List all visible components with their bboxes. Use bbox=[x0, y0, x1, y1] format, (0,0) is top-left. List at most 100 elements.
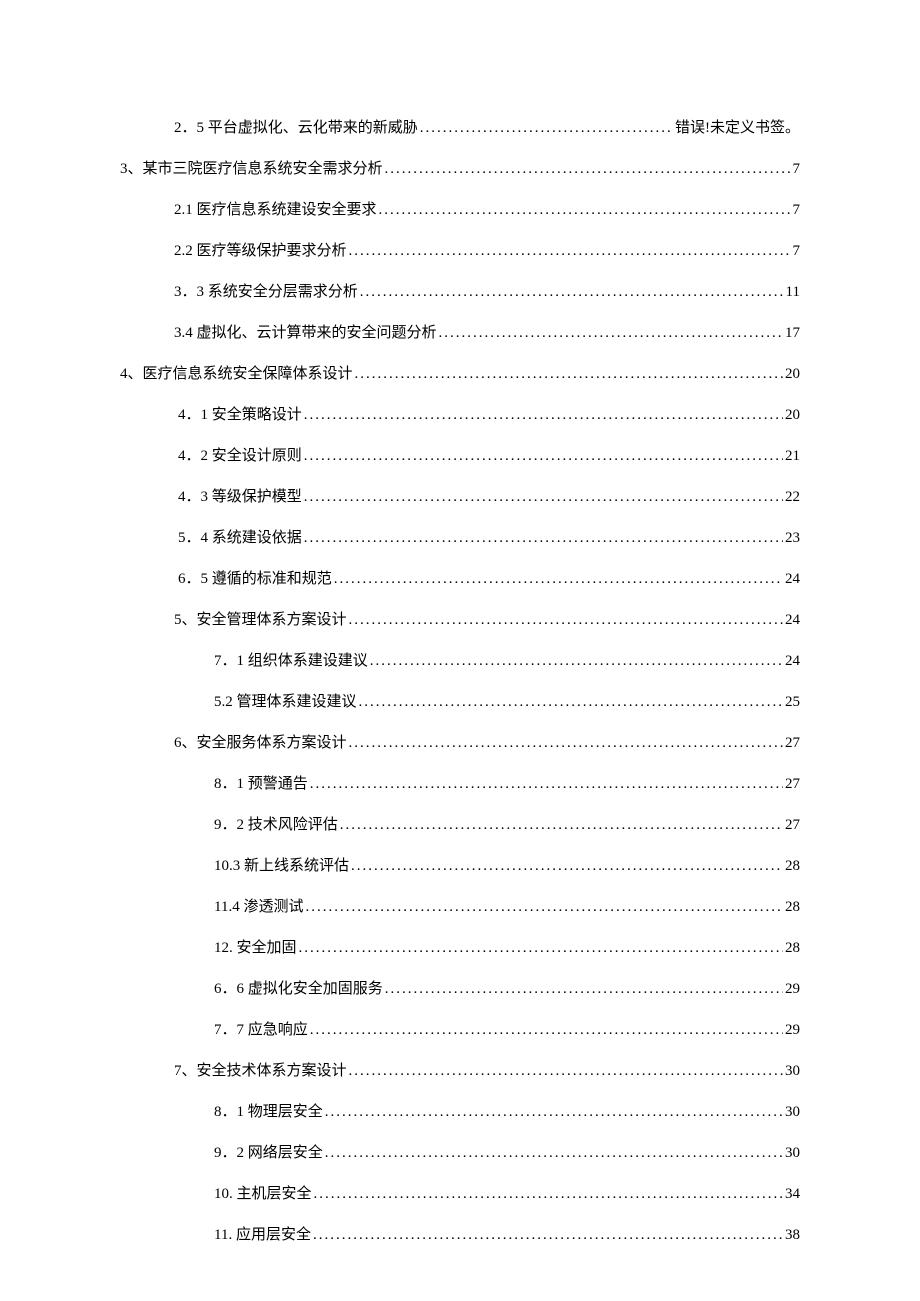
toc-entry-page: 24 bbox=[785, 569, 800, 590]
toc-entry-label: 7．1 组织体系建设建议 bbox=[214, 651, 368, 672]
toc-entry-page: 34 bbox=[785, 1184, 800, 1205]
toc-leader-dots bbox=[314, 1184, 783, 1205]
toc-leader-dots bbox=[310, 774, 783, 795]
toc-leader-dots bbox=[299, 938, 783, 959]
toc-leader-dots bbox=[304, 528, 783, 549]
toc-entry: 4．1 安全策略设计 20 bbox=[120, 405, 800, 426]
toc-entry-label: 9．2 技术风险评估 bbox=[214, 815, 338, 836]
toc-entry-page: 29 bbox=[785, 1020, 800, 1041]
toc-entry: 2．5 平台虚拟化、云化带来的新威胁 错误!未定义书签。 bbox=[120, 118, 800, 139]
toc-entry-page: 25 bbox=[785, 692, 800, 713]
toc-entry-page: 28 bbox=[785, 938, 800, 959]
toc-entry: 2.1 医疗信息系统建设安全要求 7 bbox=[120, 200, 800, 221]
toc-leader-dots bbox=[370, 651, 783, 672]
toc-entry-label: 8．1 物理层安全 bbox=[214, 1102, 323, 1123]
toc-entry-page: 24 bbox=[785, 651, 800, 672]
toc-entry-page: 30 bbox=[785, 1061, 800, 1082]
toc-entry: 6．6 虚拟化安全加固服务 29 bbox=[120, 979, 800, 1000]
toc-entry-label: 7、安全技术体系方案设计 bbox=[174, 1061, 347, 1082]
toc-entry-label: 9．2 网络层安全 bbox=[214, 1143, 323, 1164]
toc-entry-label: 5．4 系统建设依据 bbox=[178, 528, 302, 549]
toc-entry: 7．1 组织体系建设建议 24 bbox=[120, 651, 800, 672]
toc-leader-dots bbox=[340, 815, 783, 836]
toc-entry-page: 27 bbox=[785, 774, 800, 795]
toc-leader-dots bbox=[304, 405, 783, 426]
toc-entry-page: 7 bbox=[793, 241, 801, 262]
toc-entry-label: 11.4 渗透测试 bbox=[214, 897, 303, 918]
toc-entry-label: 2.2 医疗等级保护要求分析 bbox=[174, 241, 347, 262]
toc-entry-page: 29 bbox=[785, 979, 800, 1000]
toc-entry-page: 21 bbox=[785, 446, 800, 467]
toc-entry: 3.4 虚拟化、云计算带来的安全问题分析17 bbox=[120, 323, 800, 344]
toc-entry: 3．3 系统安全分层需求分析 11 bbox=[120, 282, 800, 303]
toc-leader-dots bbox=[385, 979, 783, 1000]
toc-entry-label: 2．5 平台虚拟化、云化带来的新威胁 bbox=[174, 118, 418, 139]
toc-leader-dots bbox=[334, 569, 783, 590]
toc-leader-dots bbox=[305, 897, 783, 918]
toc-entry-page: 22 bbox=[785, 487, 800, 508]
toc-entry-label: 8．1 预警通告 bbox=[214, 774, 308, 795]
toc-entry-label: 12. 安全加固 bbox=[214, 938, 297, 959]
toc-leader-dots bbox=[355, 364, 783, 385]
toc-entry: 12. 安全加固 28 bbox=[120, 938, 800, 959]
toc-entry-label: 4．1 安全策略设计 bbox=[178, 405, 302, 426]
toc-entry-label: 11. 应用层安全 bbox=[214, 1225, 311, 1246]
toc-entry-label: 6、安全服务体系方案设计 bbox=[174, 733, 347, 754]
toc-entry-label: 3．3 系统安全分层需求分析 bbox=[174, 282, 358, 303]
toc-entry: 3、某市三院医疗信息系统安全需求分析 7 bbox=[120, 159, 800, 180]
toc-entry-label: 7．7 应急响应 bbox=[214, 1020, 308, 1041]
toc-entry-label: 4、医疗信息系统安全保障体系设计 bbox=[120, 364, 353, 385]
toc-leader-dots bbox=[349, 241, 791, 262]
toc-entry: 8．1 物理层安全30 bbox=[120, 1102, 800, 1123]
toc-entry: 9．2 网络层安全 30 bbox=[120, 1143, 800, 1164]
toc-entry-label: 3.4 虚拟化、云计算带来的安全问题分析 bbox=[174, 323, 437, 344]
toc-leader-dots bbox=[325, 1102, 783, 1123]
toc-entry-label: 5、安全管理体系方案设计 bbox=[174, 610, 347, 631]
toc-entry-page: 27 bbox=[785, 733, 800, 754]
toc-leader-dots bbox=[379, 200, 791, 221]
toc-leader-dots bbox=[439, 323, 783, 344]
toc-leader-dots bbox=[360, 282, 784, 303]
toc-leader-dots bbox=[313, 1225, 783, 1246]
toc-entry: 10.3 新上线系统评估28 bbox=[120, 856, 800, 877]
toc-leader-dots bbox=[325, 1143, 783, 1164]
toc-leader-dots bbox=[304, 446, 783, 467]
toc-entry-page: 20 bbox=[785, 364, 800, 385]
toc-leader-dots bbox=[349, 733, 783, 754]
toc-entry: 11.4 渗透测试 28 bbox=[120, 897, 800, 918]
toc-entry: 4、医疗信息系统安全保障体系设计 20 bbox=[120, 364, 800, 385]
toc-entry-page: 30 bbox=[785, 1143, 800, 1164]
toc-leader-dots bbox=[351, 856, 783, 877]
toc-leader-dots bbox=[304, 487, 783, 508]
toc-entry-page: 24 bbox=[785, 610, 800, 631]
table-of-contents: 2．5 平台虚拟化、云化带来的新威胁 错误!未定义书签。 3、某市三院医疗信息系统安… bbox=[120, 118, 800, 1246]
toc-entry: 5．4 系统建设依据23 bbox=[120, 528, 800, 549]
toc-entry-label: 5.2 管理体系建设建议 bbox=[214, 692, 357, 713]
toc-entry: 6．5 遵循的标准和规范 24 bbox=[120, 569, 800, 590]
toc-entry-page: 7 bbox=[793, 200, 801, 221]
toc-entry-page: 错误!未定义书签。 bbox=[675, 118, 800, 139]
toc-entry: 6、安全服务体系方案设计 27 bbox=[120, 733, 800, 754]
toc-entry: 8．1 预警通告 27 bbox=[120, 774, 800, 795]
toc-entry-page: 7 bbox=[793, 159, 801, 180]
toc-entry-page: 27 bbox=[785, 815, 800, 836]
toc-entry-label: 3、某市三院医疗信息系统安全需求分析 bbox=[120, 159, 383, 180]
toc-entry: 5、安全管理体系方案设计 24 bbox=[120, 610, 800, 631]
toc-entry-page: 20 bbox=[785, 405, 800, 426]
toc-leader-dots bbox=[359, 692, 783, 713]
toc-entry: 5.2 管理体系建设建议 25 bbox=[120, 692, 800, 713]
toc-entry-label: 6．5 遵循的标准和规范 bbox=[178, 569, 332, 590]
toc-entry: 4．2 安全设计原则21 bbox=[120, 446, 800, 467]
toc-entry-page: 28 bbox=[785, 897, 800, 918]
toc-leader-dots bbox=[385, 159, 791, 180]
toc-leader-dots bbox=[420, 118, 673, 139]
toc-entry-page: 28 bbox=[785, 856, 800, 877]
toc-leader-dots bbox=[310, 1020, 783, 1041]
toc-entry-label: 6．6 虚拟化安全加固服务 bbox=[214, 979, 383, 1000]
toc-entry-page: 11 bbox=[786, 282, 800, 303]
toc-entry: 9．2 技术风险评估 27 bbox=[120, 815, 800, 836]
toc-entry-label: 2.1 医疗信息系统建设安全要求 bbox=[174, 200, 377, 221]
toc-entry-page: 38 bbox=[785, 1225, 800, 1246]
toc-entry: 4．3 等级保护模型22 bbox=[120, 487, 800, 508]
toc-leader-dots bbox=[349, 610, 783, 631]
